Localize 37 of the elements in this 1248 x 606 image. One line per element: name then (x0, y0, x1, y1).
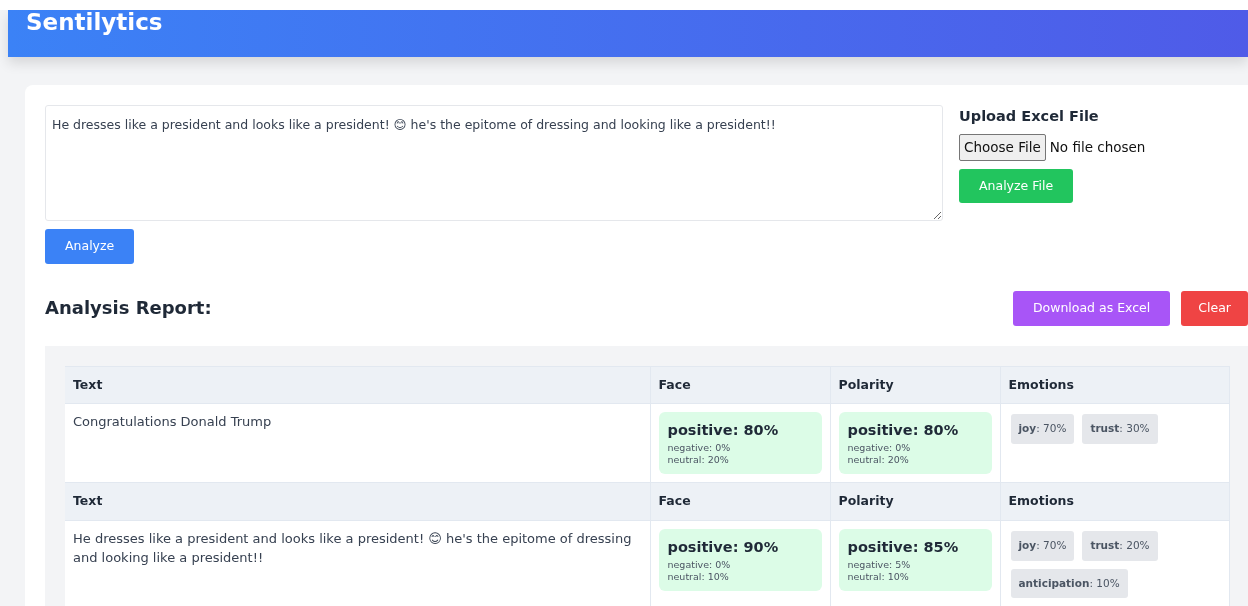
emotion-tag: trust: 20% (1082, 530, 1158, 561)
sentiment-detail: neutral: 10% (847, 570, 910, 583)
column-header: Polarity (830, 366, 1000, 404)
upload-heading: Upload Excel File (959, 108, 1100, 126)
choose-file-button[interactable]: Choose File (959, 134, 1046, 161)
sentiment-detail: negative: 0% (667, 558, 732, 571)
file-status: No file chosen (1049, 138, 1146, 158)
column-header: Text (65, 482, 650, 521)
sentiment-detail: neutral: 10% (667, 570, 730, 583)
sentiment-score: positive: 85% (847, 537, 960, 557)
analyze-button[interactable]: Analyze (45, 229, 135, 264)
sentiment-score: positive: 90% (667, 537, 780, 557)
sentiment-detail: neutral: 20% (847, 454, 910, 466)
download-button[interactable]: Download as Excel (1012, 290, 1171, 326)
app-title: Sentilytics (26, 10, 164, 34)
emotion-tag: joy: 70% (1010, 530, 1075, 561)
analyze-file-button[interactable]: Analyze File (959, 168, 1074, 204)
text-input[interactable]: He dresses like a president and looks like a president! 😊 he's the epitome of dressing and looking like a president!! (45, 105, 943, 221)
column-header: Face (650, 482, 830, 521)
clear-button[interactable]: Clear (1181, 290, 1248, 326)
sentiment-score: positive: 80% (847, 421, 960, 441)
sentiment-score: positive: 80% (667, 421, 780, 441)
emotion-tag: anticipation: 10% (1010, 568, 1128, 599)
column-header: Text (65, 366, 650, 404)
sentiment-detail: negative: 0% (847, 442, 912, 454)
column-header: Emotions (1000, 366, 1230, 404)
sentiment-detail: negative: 5% (847, 558, 912, 571)
report-title: Analysis Report: (45, 297, 213, 319)
sentiment-detail: negative: 0% (667, 442, 732, 454)
column-header: Face (650, 366, 830, 404)
result-text: He dresses like a president and looks like a president! 😊 he's the epitome of dressing and looking like a president!! (73, 529, 633, 568)
column-header: Polarity (830, 482, 1000, 521)
emotion-tag: trust: 30% (1082, 414, 1158, 444)
emotion-tag: joy: 70% (1010, 414, 1075, 444)
result-text: Congratulations Donald Trump (73, 413, 273, 432)
column-header: Emotions (1000, 482, 1230, 521)
sentiment-detail: neutral: 20% (667, 454, 730, 466)
